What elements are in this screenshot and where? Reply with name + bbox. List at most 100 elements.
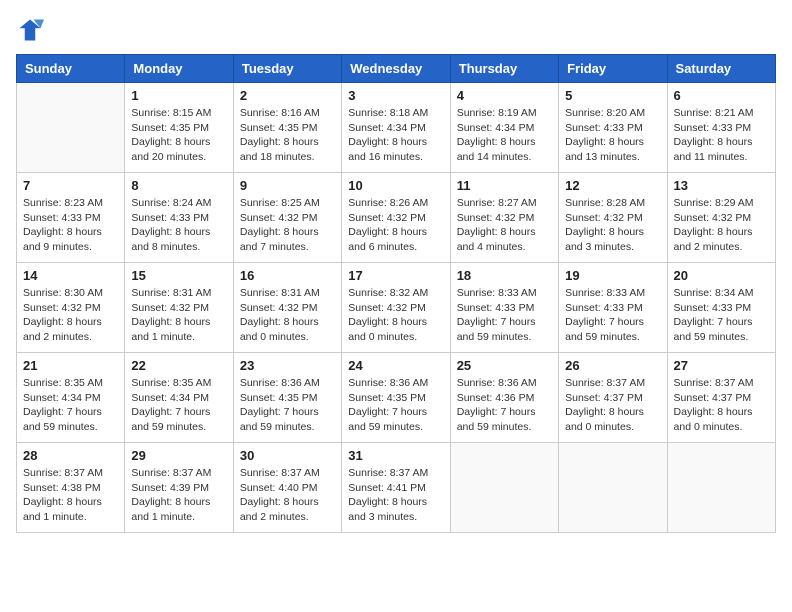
calendar-cell: 8 Sunrise: 8:24 AM Sunset: 4:33 PM Daylig… [125,173,233,263]
calendar-cell: 9 Sunrise: 8:25 AM Sunset: 4:32 PM Daylig… [233,173,341,263]
calendar-cell: 31 Sunrise: 8:37 AM Sunset: 4:41 PM Dayli… [342,443,450,533]
logo-icon [16,16,44,44]
calendar-week-row: 28 Sunrise: 8:37 AM Sunset: 4:38 PM Dayli… [17,443,776,533]
calendar-cell: 30 Sunrise: 8:37 AM Sunset: 4:40 PM Dayli… [233,443,341,533]
day-info: Sunrise: 8:36 AM Sunset: 4:35 PM Dayligh… [348,376,443,435]
day-info: Sunrise: 8:21 AM Sunset: 4:33 PM Dayligh… [674,106,769,165]
day-info: Sunrise: 8:37 AM Sunset: 4:41 PM Dayligh… [348,466,443,525]
day-number: 5 [565,88,660,103]
day-info: Sunrise: 8:15 AM Sunset: 4:35 PM Dayligh… [131,106,226,165]
calendar-cell: 19 Sunrise: 8:33 AM Sunset: 4:33 PM Dayli… [559,263,667,353]
calendar-cell: 11 Sunrise: 8:27 AM Sunset: 4:32 PM Dayli… [450,173,558,263]
day-info: Sunrise: 8:35 AM Sunset: 4:34 PM Dayligh… [23,376,118,435]
calendar-cell: 29 Sunrise: 8:37 AM Sunset: 4:39 PM Dayli… [125,443,233,533]
day-info: Sunrise: 8:37 AM Sunset: 4:37 PM Dayligh… [674,376,769,435]
day-number: 21 [23,358,118,373]
calendar-cell [17,83,125,173]
day-number: 22 [131,358,226,373]
day-number: 18 [457,268,552,283]
calendar-cell: 17Sunrise: 8:32 AM Sunset: 4:32 PM Dayli… [342,263,450,353]
calendar-cell [667,443,775,533]
day-info: Sunrise: 8:30 AM Sunset: 4:32 PM Dayligh… [23,286,118,345]
day-number: 29 [131,448,226,463]
day-info: Sunrise: 8:37 AM Sunset: 4:37 PM Dayligh… [565,376,660,435]
calendar-table: SundayMondayTuesdayWednesdayThursdayFrid… [16,54,776,533]
day-of-week-header: Sunday [17,55,125,83]
day-info: Sunrise: 8:27 AM Sunset: 4:32 PM Dayligh… [457,196,552,255]
day-number: 30 [240,448,335,463]
calendar-cell: 10 Sunrise: 8:26 AM Sunset: 4:32 PM Dayli… [342,173,450,263]
day-number: 26 [565,358,660,373]
day-number: 31 [348,448,443,463]
calendar-cell: 25Sunrise: 8:36 AM Sunset: 4:36 PM Dayli… [450,353,558,443]
day-info: Sunrise: 8:35 AM Sunset: 4:34 PM Dayligh… [131,376,226,435]
calendar-week-row: 1Sunrise: 8:15 AM Sunset: 4:35 PM Daylig… [17,83,776,173]
day-number: 19 [565,268,660,283]
day-info: Sunrise: 8:29 AM Sunset: 4:32 PM Dayligh… [674,196,769,255]
day-number: 20 [674,268,769,283]
day-number: 8 [131,178,226,193]
day-number: 27 [674,358,769,373]
calendar-cell: 6Sunrise: 8:21 AM Sunset: 4:33 PM Daylig… [667,83,775,173]
day-of-week-header: Saturday [667,55,775,83]
day-info: Sunrise: 8:18 AM Sunset: 4:34 PM Dayligh… [348,106,443,165]
calendar-cell [450,443,558,533]
day-info: Sunrise: 8:36 AM Sunset: 4:35 PM Dayligh… [240,376,335,435]
day-info: Sunrise: 8:26 AM Sunset: 4:32 PM Dayligh… [348,196,443,255]
calendar-cell: 22 Sunrise: 8:35 AM Sunset: 4:34 PM Dayli… [125,353,233,443]
calendar-cell: 28 Sunrise: 8:37 AM Sunset: 4:38 PM Dayli… [17,443,125,533]
calendar-cell: 2 Sunrise: 8:16 AM Sunset: 4:35 PM Daylig… [233,83,341,173]
calendar-cell: 13 Sunrise: 8:29 AM Sunset: 4:32 PM Dayli… [667,173,775,263]
calendar-week-row: 14Sunrise: 8:30 AM Sunset: 4:32 PM Dayli… [17,263,776,353]
calendar-cell: 7 Sunrise: 8:23 AM Sunset: 4:33 PM Daylig… [17,173,125,263]
day-info: Sunrise: 8:37 AM Sunset: 4:38 PM Dayligh… [23,466,118,525]
day-info: Sunrise: 8:23 AM Sunset: 4:33 PM Dayligh… [23,196,118,255]
day-number: 25 [457,358,552,373]
day-of-week-header: Friday [559,55,667,83]
day-number: 7 [23,178,118,193]
day-info: Sunrise: 8:28 AM Sunset: 4:32 PM Dayligh… [565,196,660,255]
page-header [16,16,776,44]
calendar-cell: 3Sunrise: 8:18 AM Sunset: 4:34 PM Daylig… [342,83,450,173]
calendar-cell: 5 Sunrise: 8:20 AM Sunset: 4:33 PM Daylig… [559,83,667,173]
day-info: Sunrise: 8:34 AM Sunset: 4:33 PM Dayligh… [674,286,769,345]
calendar-cell: 16 Sunrise: 8:31 AM Sunset: 4:32 PM Dayli… [233,263,341,353]
calendar-cell [559,443,667,533]
calendar-cell: 12 Sunrise: 8:28 AM Sunset: 4:32 PM Dayli… [559,173,667,263]
day-info: Sunrise: 8:20 AM Sunset: 4:33 PM Dayligh… [565,106,660,165]
calendar-cell: 20 Sunrise: 8:34 AM Sunset: 4:33 PM Dayli… [667,263,775,353]
calendar-cell: 15Sunrise: 8:31 AM Sunset: 4:32 PM Dayli… [125,263,233,353]
calendar-cell: 24 Sunrise: 8:36 AM Sunset: 4:35 PM Dayli… [342,353,450,443]
day-number: 11 [457,178,552,193]
day-number: 9 [240,178,335,193]
day-number: 16 [240,268,335,283]
calendar-week-row: 21 Sunrise: 8:35 AM Sunset: 4:34 PM Dayli… [17,353,776,443]
calendar-cell: 21 Sunrise: 8:35 AM Sunset: 4:34 PM Dayli… [17,353,125,443]
day-number: 28 [23,448,118,463]
day-number: 10 [348,178,443,193]
day-info: Sunrise: 8:31 AM Sunset: 4:32 PM Dayligh… [240,286,335,345]
day-info: Sunrise: 8:16 AM Sunset: 4:35 PM Dayligh… [240,106,335,165]
day-of-week-header: Tuesday [233,55,341,83]
day-number: 24 [348,358,443,373]
calendar-cell: 14Sunrise: 8:30 AM Sunset: 4:32 PM Dayli… [17,263,125,353]
day-info: Sunrise: 8:33 AM Sunset: 4:33 PM Dayligh… [457,286,552,345]
day-info: Sunrise: 8:33 AM Sunset: 4:33 PM Dayligh… [565,286,660,345]
day-of-week-header: Thursday [450,55,558,83]
day-info: Sunrise: 8:24 AM Sunset: 4:33 PM Dayligh… [131,196,226,255]
calendar-cell: 4Sunrise: 8:19 AM Sunset: 4:34 PM Daylig… [450,83,558,173]
day-of-week-header: Wednesday [342,55,450,83]
day-number: 13 [674,178,769,193]
calendar-cell: 27 Sunrise: 8:37 AM Sunset: 4:37 PM Dayli… [667,353,775,443]
calendar-cell: 23Sunrise: 8:36 AM Sunset: 4:35 PM Dayli… [233,353,341,443]
day-of-week-header: Monday [125,55,233,83]
calendar-week-row: 7 Sunrise: 8:23 AM Sunset: 4:33 PM Daylig… [17,173,776,263]
day-info: Sunrise: 8:32 AM Sunset: 4:32 PM Dayligh… [348,286,443,345]
calendar-cell: 1Sunrise: 8:15 AM Sunset: 4:35 PM Daylig… [125,83,233,173]
day-number: 15 [131,268,226,283]
day-number: 12 [565,178,660,193]
day-number: 2 [240,88,335,103]
day-info: Sunrise: 8:25 AM Sunset: 4:32 PM Dayligh… [240,196,335,255]
day-info: Sunrise: 8:37 AM Sunset: 4:40 PM Dayligh… [240,466,335,525]
day-info: Sunrise: 8:37 AM Sunset: 4:39 PM Dayligh… [131,466,226,525]
